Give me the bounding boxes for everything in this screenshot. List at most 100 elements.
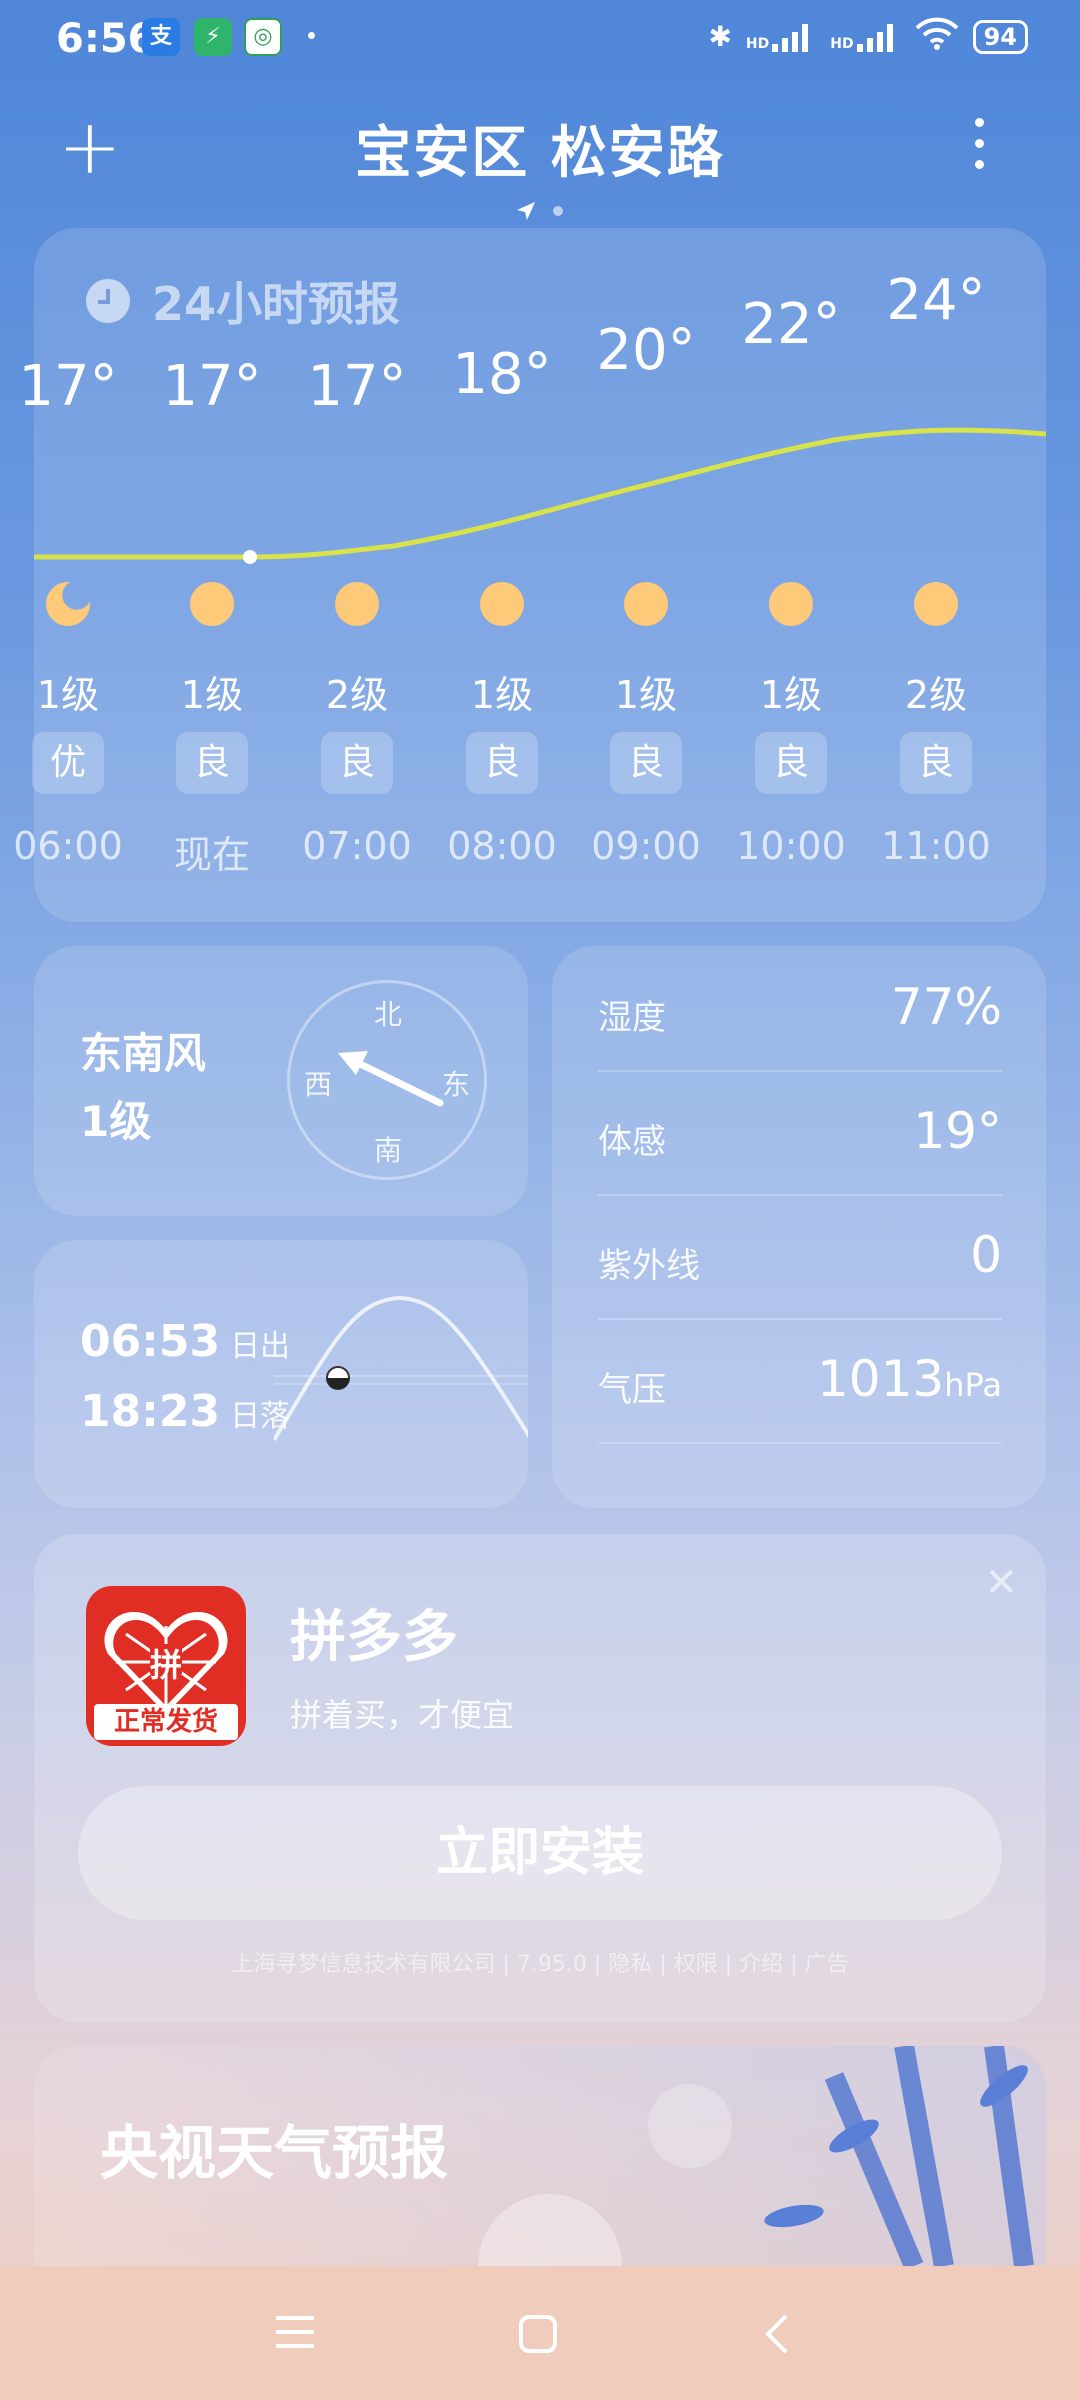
uv-index-value-group: 0: [970, 1226, 1002, 1284]
signal-icon-2: HD: [830, 22, 900, 52]
more-notifications-dot: [308, 32, 315, 39]
hour-wind-level: 1级: [470, 673, 534, 717]
hour-wind-level: 1级: [614, 673, 678, 717]
wind-compass: 北 南 东 西: [287, 980, 487, 1180]
humidity-label: 湿度: [598, 998, 666, 1038]
hour-wind-level: 1级: [180, 673, 244, 717]
hour-wind-level: 2级: [904, 673, 968, 717]
signal-icon: HD: [746, 22, 816, 52]
humidity-value-group: 77%: [891, 978, 1002, 1036]
logo-char: 拼: [150, 1646, 183, 1684]
pressure-label: 气压: [598, 1370, 666, 1410]
wind-level: 1级: [80, 1097, 152, 1146]
hour-column: 22° 1级良 10:00: [719, 228, 863, 922]
logo-badge: 正常发货: [94, 1704, 238, 1740]
hour-column: 20° 1级良 09:00: [574, 228, 718, 922]
pressure-value-group: 1013hPa: [817, 1350, 1002, 1408]
hour-column: 24° 2级良 11:00: [864, 228, 1008, 922]
hour-aqi-badge: 良: [466, 732, 538, 794]
app-notification-icon: ◎: [244, 18, 282, 56]
shield-notification-icon: ⚡: [194, 18, 232, 56]
sun-icon: [914, 582, 958, 626]
ad-slogan: 拼着买，才便宜: [290, 1696, 515, 1734]
hour-temperature: 17°: [18, 354, 118, 419]
uv-index-value: 0: [970, 1226, 1002, 1284]
hour-aqi-badge: 良: [176, 732, 248, 794]
ad-app-name: 拼多多: [290, 1605, 458, 1670]
home-nav-button[interactable]: [518, 2314, 558, 2354]
hour-temperature: 22°: [741, 292, 841, 357]
sun-icon: [769, 582, 813, 626]
sunrise-sunset-card[interactable]: 06:53 日出 18:23 日落: [34, 1240, 528, 1508]
sun-icon: [624, 582, 668, 626]
sun-icon: [480, 582, 524, 626]
pinduoduo-logo: 拼 正常发货: [86, 1586, 246, 1746]
ad-card[interactable]: 拼 正常发货 拼多多 拼着买，才便宜 ✕ 立即安装 上海寻梦信息技术有限公司 |…: [34, 1534, 1046, 2022]
feels-like-row: 体感 19°: [598, 1070, 1002, 1196]
pressure-unit: hPa: [944, 1366, 1002, 1404]
hour-temperature: 20°: [596, 318, 696, 383]
hour-aqi-badge: 良: [321, 732, 393, 794]
uv-index-label: 紫外线: [598, 1246, 700, 1286]
sun-path-arc: [274, 1295, 528, 1442]
hour-column: 17° 1级良现在: [140, 228, 284, 922]
hour-wind-level: 1级: [36, 673, 100, 717]
page-dot: [553, 206, 563, 216]
battery-icon: 94: [972, 19, 1028, 54]
hour-temperature: 17°: [162, 354, 262, 419]
humidity-row: 湿度 77%: [598, 946, 1002, 1072]
feels-like-value-group: 19°: [913, 1102, 1002, 1160]
wind-arrow-icon: [338, 1051, 444, 1107]
moon-icon: [46, 582, 90, 626]
uv-index-row: 紫外线 0: [598, 1194, 1002, 1320]
status-time: 6:56: [56, 16, 156, 62]
back-nav-button[interactable]: [762, 2314, 790, 2354]
feels-like-label: 体感: [598, 1122, 666, 1162]
hour-time: 10:00: [736, 824, 846, 868]
wind-card[interactable]: 东南风 1级 北 南 东 西: [34, 946, 528, 1216]
hour-time: 08:00: [447, 824, 557, 868]
alipay-notification-icon: 支: [142, 18, 180, 56]
sun-icon: [190, 582, 234, 626]
hour-column: 18° 1级良 08:00: [430, 228, 574, 922]
hour-temperature: 24°: [886, 268, 986, 333]
hour-wind-level: 2级: [325, 673, 389, 717]
status-bar: 6:56 支 ⚡ ◎ ✱ HD HD 94: [0, 0, 1080, 80]
hour-aqi-badge: 良: [610, 732, 682, 794]
sunrise-time: 06:53: [80, 1316, 221, 1367]
wifi-icon: [915, 16, 959, 57]
install-button[interactable]: 立即安装: [78, 1786, 1002, 1920]
hour-aqi-badge: 良: [755, 732, 827, 794]
hour-column: 17° 2级良 07:00: [285, 228, 429, 922]
cctv-weather-card[interactable]: 央视天气预报: [34, 2046, 1046, 2266]
location-arrow-icon: [517, 202, 535, 220]
more-menu-button[interactable]: [964, 118, 994, 181]
hour-temperature: 18°: [452, 342, 552, 407]
wind-direction: 东南风: [80, 1029, 207, 1078]
bamboo-illustration: [478, 2046, 1034, 2266]
hour-time: 06:00: [13, 824, 123, 868]
sun-icon: [335, 582, 379, 626]
ad-footer[interactable]: 上海寻梦信息技术有限公司 | 7.95.0 | 隐私 | 权限 | 介绍 | 广…: [34, 1946, 1046, 1978]
page-indicator: [515, 200, 563, 222]
hourly-forecast-card[interactable]: 24小时预报 17° 1级优 06:00 17° 1级良现在 17° 2级良 07:00 18°…: [13, 228, 1046, 922]
hour-time: 07:00: [302, 824, 412, 868]
hour-temperature: 17°: [307, 354, 407, 419]
pressure-row: 气压 1013hPa: [598, 1318, 1002, 1444]
hour-time: 09:00: [591, 824, 701, 868]
hour-wind-level: 1级: [759, 673, 823, 717]
weather-details-card[interactable]: 湿度 77% 体感 19° 紫外线 0 气压 1013hPa: [552, 946, 1046, 1508]
hour-time: 现在: [173, 833, 250, 877]
pressure-value: 1013: [817, 1350, 945, 1408]
feels-like-value: 19°: [913, 1102, 1002, 1160]
hour-aqi-badge: 优: [32, 732, 104, 794]
system-nav-bar: [0, 2266, 1080, 2400]
hour-aqi-badge: 良: [900, 732, 972, 794]
location-title: 宝安区 松安路: [355, 121, 725, 186]
bluetooth-icon: ✱: [708, 20, 732, 53]
close-icon[interactable]: ✕: [984, 1560, 1018, 1606]
sunset-time: 18:23: [80, 1386, 221, 1437]
hour-time: 11:00: [881, 824, 991, 868]
humidity-value: 77%: [890, 978, 1002, 1036]
menu-nav-button[interactable]: [274, 2314, 316, 2350]
